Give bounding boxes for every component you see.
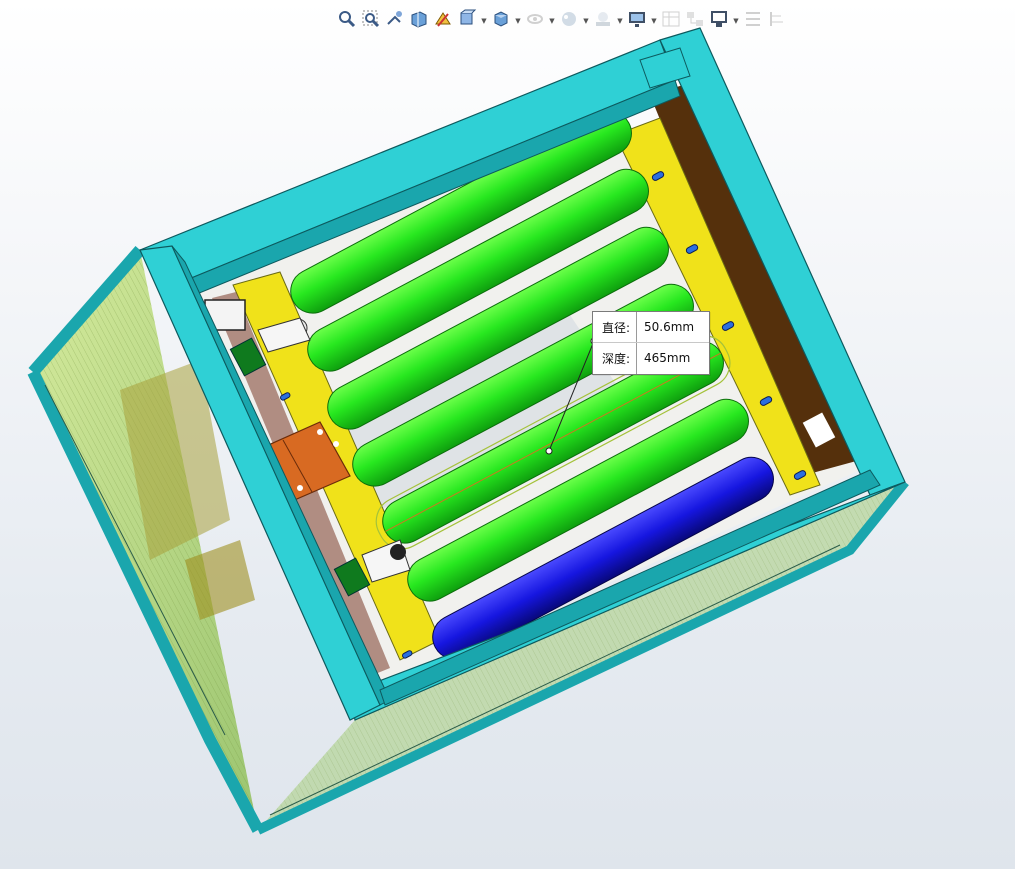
depth-value: 465mm <box>644 351 691 365</box>
previous-view-icon <box>385 9 405 33</box>
measurement-callout[interactable]: 直径: 50.6mm 深度: 465mm <box>592 311 710 375</box>
cad-model-view[interactable] <box>0 0 1015 869</box>
view-settings-button[interactable] <box>626 10 648 32</box>
view-orientation-button[interactable] <box>456 9 478 33</box>
section-view-button[interactable] <box>408 10 430 32</box>
diameter-label: 直径: <box>602 320 631 335</box>
render-tools-icon <box>709 9 729 33</box>
display-pane-button[interactable] <box>660 10 682 32</box>
depth-label: 深度: <box>602 351 631 366</box>
configurations-icon <box>685 9 705 33</box>
hide-show-items-button[interactable] <box>524 10 546 32</box>
zoom-to-fit-icon <box>337 9 357 33</box>
render-tools-button[interactable] <box>708 10 730 32</box>
feature-tree-icon <box>767 9 787 33</box>
display-pane-icon <box>661 9 681 33</box>
apply-scene-icon <box>593 9 613 33</box>
display-style-icon <box>491 9 511 33</box>
dropdown-caret-icon[interactable]: ▼ <box>650 10 658 32</box>
dropdown-caret-icon[interactable]: ▼ <box>480 10 488 32</box>
view-orientation-icon <box>457 9 477 33</box>
previous-view-button[interactable] <box>384 10 406 32</box>
section-view-icon <box>409 9 429 33</box>
split-screen-button[interactable] <box>742 10 764 32</box>
dropdown-caret-icon[interactable]: ▼ <box>616 10 624 32</box>
view-settings-icon <box>627 9 647 33</box>
zoom-to-area-button[interactable] <box>360 10 382 32</box>
zoom-to-area-icon <box>361 9 381 33</box>
heads-up-view-toolbar: ▼ ▼ ▼ ▼ ▼ ▼ ▼ <box>336 8 788 34</box>
edit-appearance-button[interactable] <box>558 10 580 32</box>
feature-tree-button[interactable] <box>766 10 788 32</box>
dropdown-caret-icon[interactable]: ▼ <box>514 10 522 32</box>
split-screen-icon <box>743 9 763 33</box>
apply-scene-button[interactable] <box>592 10 614 32</box>
dropdown-caret-icon[interactable]: ▼ <box>548 10 556 32</box>
display-style-button[interactable] <box>490 10 512 32</box>
dynamic-annotation-icon <box>433 9 453 33</box>
zoom-to-fit-button[interactable] <box>336 10 358 32</box>
hide-show-items-icon <box>525 9 545 33</box>
dropdown-caret-icon[interactable]: ▼ <box>582 10 590 32</box>
configurations-button[interactable] <box>684 10 706 32</box>
dynamic-annotation-button[interactable] <box>432 10 454 32</box>
diameter-value: 50.6mm <box>644 320 695 334</box>
graphics-area[interactable]: 直径: 50.6mm 深度: 465mm ▼ ▼ ▼ ▼ ▼ ▼ ▼ <box>0 0 1015 869</box>
dropdown-caret-icon[interactable]: ▼ <box>732 10 740 32</box>
edit-appearance-icon <box>559 9 579 33</box>
